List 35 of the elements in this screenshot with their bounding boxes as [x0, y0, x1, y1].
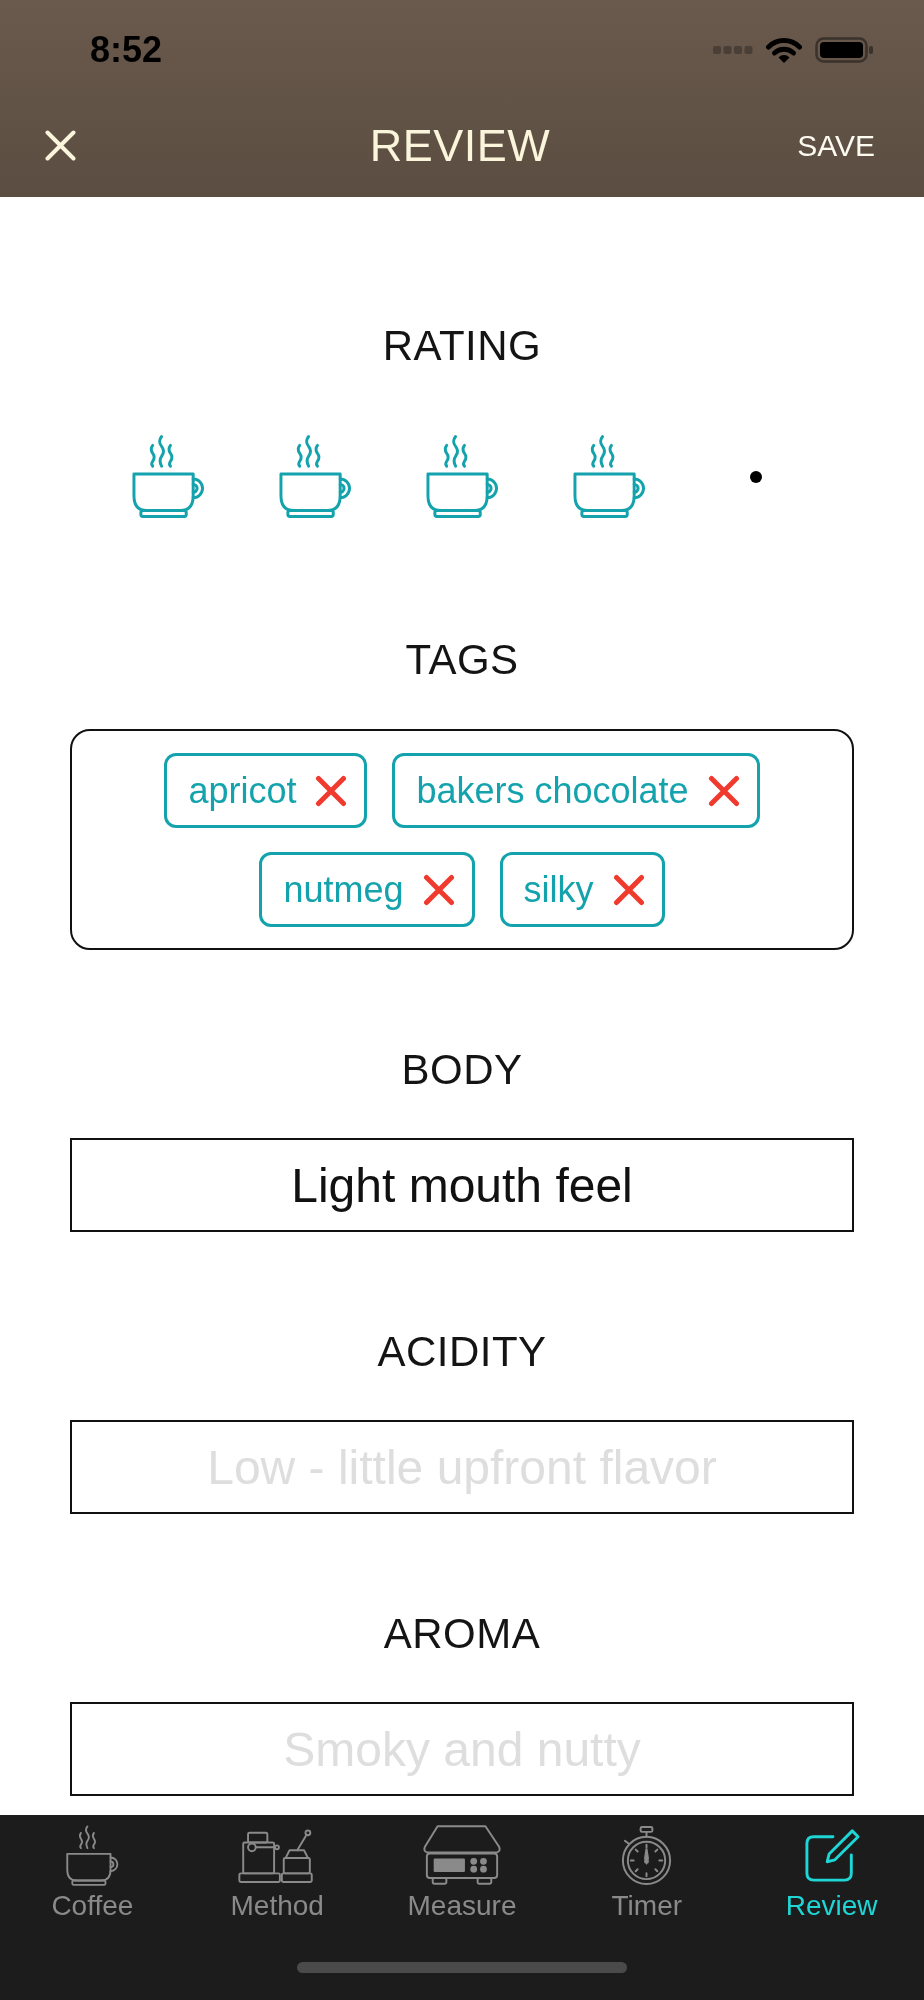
status-time: 8:52 — [90, 30, 163, 70]
tag-label: bakers chocolate — [416, 769, 689, 812]
battery-icon — [815, 37, 875, 63]
tab-item[interactable]: Method — [184, 1824, 370, 1922]
coffee-cup-icon[interactable] — [571, 434, 647, 520]
edit-icon — [802, 1828, 861, 1883]
tab-item[interactable]: Measure — [369, 1824, 555, 1922]
save-button[interactable]: SAVE — [797, 127, 875, 164]
close-icon — [45, 130, 76, 161]
section-label: BODY — [401, 1045, 523, 1095]
coffee-cup-icon[interactable] — [130, 434, 206, 520]
coffee-cup-icon[interactable] — [277, 434, 353, 520]
section-label: ACIDITY — [377, 1327, 547, 1377]
remove-icon[interactable] — [422, 873, 455, 906]
remove-icon[interactable] — [707, 774, 740, 807]
tag-label: nutmeg — [283, 868, 404, 911]
screen-title: REVIEW — [369, 119, 551, 172]
wifi-icon — [765, 36, 803, 64]
tab-item[interactable]: Review — [739, 1824, 924, 1922]
close-button[interactable] — [45, 130, 76, 161]
tab-item[interactable]: Timer — [554, 1824, 740, 1922]
text-field[interactable]: Light mouth feel — [70, 1138, 854, 1232]
section-label: RATING — [382, 321, 542, 371]
section-label: AROMA — [383, 1609, 541, 1659]
tab-item[interactable]: Coffee — [0, 1824, 185, 1922]
kitchen-scale-icon — [421, 1824, 503, 1887]
remove-icon[interactable] — [612, 873, 645, 906]
coffee-cup-icon[interactable] — [424, 434, 500, 520]
section-label: TAGS — [405, 635, 519, 685]
signal-icon — [713, 46, 753, 54]
tag-label: apricot — [188, 769, 297, 812]
dot-icon[interactable] — [750, 471, 762, 483]
tag-label: silky — [523, 868, 594, 911]
coffee-cup-icon — [64, 1824, 120, 1887]
remove-icon[interactable] — [315, 774, 348, 807]
